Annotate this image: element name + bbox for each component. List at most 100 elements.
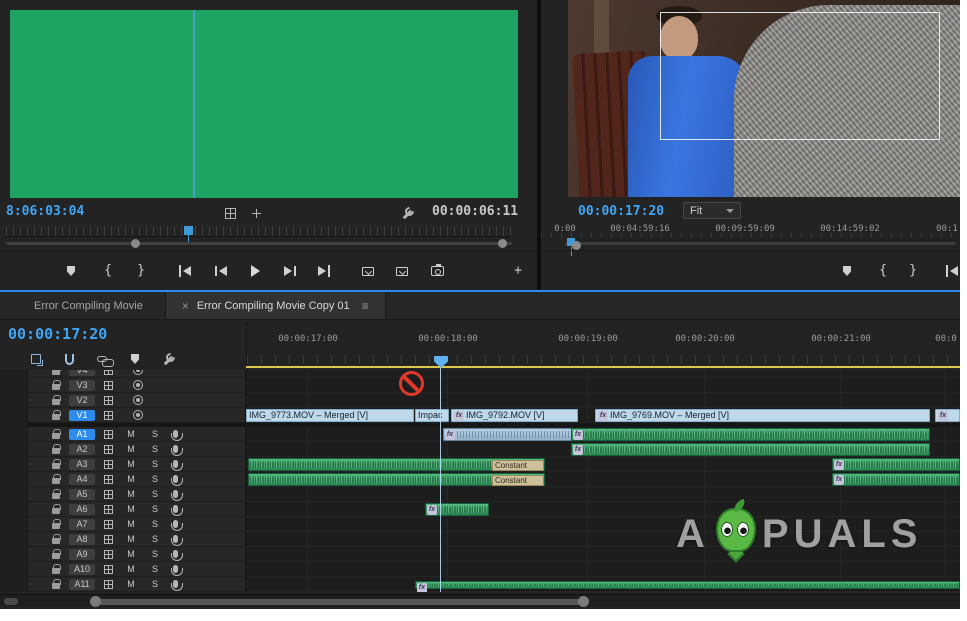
- clip-a2-7[interactable]: fx: [571, 443, 930, 456]
- clip-v1-0[interactable]: IMG_9773.MOV – Merged [V]: [246, 409, 414, 422]
- track-chip-v1[interactable]: V1: [69, 410, 95, 421]
- solo-button[interactable]: S: [149, 474, 161, 484]
- solo-button[interactable]: S: [149, 534, 161, 544]
- track-chip-a10[interactable]: A10: [69, 564, 95, 575]
- mark-out-button[interactable]: }: [904, 262, 922, 280]
- lock-icon[interactable]: [52, 583, 60, 589]
- snap-icon[interactable]: [61, 351, 77, 367]
- solo-button[interactable]: S: [149, 459, 161, 469]
- voiceover-record-icon[interactable]: [173, 580, 178, 588]
- lock-icon[interactable]: [52, 399, 60, 405]
- source-assign-icon[interactable]: [104, 430, 113, 439]
- scrollbar-stub[interactable]: [4, 598, 18, 605]
- lock-icon[interactable]: [52, 523, 60, 529]
- source-assign-icon[interactable]: [104, 535, 113, 544]
- track-chip-a7[interactable]: A7: [69, 519, 95, 530]
- solo-button[interactable]: S: [149, 489, 161, 499]
- program-monitor-view[interactable]: [568, 0, 960, 197]
- program-zoom-handle[interactable]: [572, 241, 581, 250]
- audio-transition[interactable]: Constant: [492, 460, 544, 471]
- voiceover-record-icon[interactable]: [173, 445, 178, 453]
- clip-v1-1[interactable]: Impac: [415, 409, 449, 422]
- mute-button[interactable]: M: [125, 519, 137, 529]
- step-back-button[interactable]: [212, 262, 230, 280]
- lock-icon[interactable]: [52, 508, 60, 514]
- close-tab-icon[interactable]: ×: [182, 299, 189, 313]
- lock-icon[interactable]: [52, 370, 60, 375]
- program-scrubber[interactable]: [541, 238, 960, 250]
- mute-button[interactable]: M: [125, 489, 137, 499]
- settings-wrench-icon[interactable]: [399, 205, 415, 221]
- mute-button[interactable]: M: [125, 474, 137, 484]
- mark-out-button[interactable]: }: [132, 262, 150, 280]
- track-chip-v4[interactable]: V4: [69, 370, 95, 376]
- insert-button[interactable]: [359, 262, 377, 280]
- program-ruler[interactable]: 0:0000:04:59:1600:09:59:0900:14:59:0200:…: [541, 222, 960, 238]
- horizontal-scrollbar[interactable]: [0, 594, 960, 607]
- mark-in-button[interactable]: {: [99, 262, 117, 280]
- tab-error-compiling-movie[interactable]: Error Compiling Movie: [18, 292, 159, 319]
- voiceover-record-icon[interactable]: [173, 460, 178, 468]
- solo-button[interactable]: S: [149, 519, 161, 529]
- play-button[interactable]: [246, 262, 264, 280]
- source-assign-icon[interactable]: [104, 505, 113, 514]
- nest-toggle-icon[interactable]: [28, 351, 44, 367]
- add-marker-icon[interactable]: [127, 351, 143, 367]
- source-scrubber[interactable]: [6, 226, 512, 237]
- step-forward-button[interactable]: [281, 262, 299, 280]
- go-to-out-button[interactable]: [315, 262, 333, 280]
- toggle-track-output-icon[interactable]: [133, 380, 143, 390]
- source-zoom-bar[interactable]: [6, 239, 512, 249]
- mute-button[interactable]: M: [125, 504, 137, 514]
- voiceover-record-icon[interactable]: [173, 535, 178, 543]
- zoom-handle-right[interactable]: [498, 239, 507, 248]
- lock-icon[interactable]: [52, 538, 60, 544]
- clip-a4-11[interactable]: fx: [832, 473, 960, 486]
- source-assign-icon[interactable]: [104, 565, 113, 574]
- clip-a11-13[interactable]: fx: [415, 581, 960, 589]
- track-chip-a9[interactable]: A9: [69, 549, 95, 560]
- lock-icon[interactable]: [52, 414, 60, 420]
- playback-resolution-icon[interactable]: [222, 205, 238, 221]
- source-assign-icon[interactable]: [104, 445, 113, 454]
- timeline-ruler[interactable]: 00:00:17:0000:00:18:0000:00:19:0000:00:2…: [246, 322, 960, 366]
- linked-selection-icon[interactable]: [94, 351, 110, 367]
- voiceover-record-icon[interactable]: [173, 475, 178, 483]
- timeline-settings-icon[interactable]: [160, 351, 176, 367]
- track-lane-a9[interactable]: [246, 547, 960, 562]
- mute-button[interactable]: M: [125, 564, 137, 574]
- toggle-track-output-icon[interactable]: [133, 410, 143, 420]
- clip-a4-10[interactable]: Constant: [248, 473, 545, 486]
- track-chip-a11[interactable]: A11: [69, 579, 95, 590]
- source-assign-icon[interactable]: [104, 396, 113, 405]
- clip-a3-9[interactable]: fx: [832, 458, 960, 471]
- export-frame-button[interactable]: [428, 262, 446, 280]
- solo-button[interactable]: S: [149, 579, 161, 589]
- mute-button[interactable]: M: [125, 429, 137, 439]
- source-assign-icon[interactable]: [104, 520, 113, 529]
- track-lane-a5[interactable]: [246, 487, 960, 502]
- voiceover-record-icon[interactable]: [173, 490, 178, 498]
- track-lane-a10[interactable]: [246, 562, 960, 577]
- voiceover-record-icon[interactable]: [173, 550, 178, 558]
- voiceover-record-icon[interactable]: [173, 565, 178, 573]
- voiceover-record-icon[interactable]: [173, 505, 178, 513]
- button-editor-button[interactable]: +: [509, 262, 527, 280]
- overwrite-button[interactable]: [393, 262, 411, 280]
- clip-v1-2[interactable]: fxIMG_9792.MOV [V]: [451, 409, 578, 422]
- source-assign-icon[interactable]: [104, 460, 113, 469]
- track-chip-v3[interactable]: V3: [69, 380, 95, 391]
- source-assign-icon[interactable]: [104, 550, 113, 559]
- scrollbar-knob-right[interactable]: [578, 596, 589, 607]
- add-marker-button[interactable]: [62, 262, 80, 280]
- source-assign-icon[interactable]: [104, 490, 113, 499]
- track-chip-a8[interactable]: A8: [69, 534, 95, 545]
- track-lane-v2[interactable]: [246, 393, 960, 408]
- track-chip-a6[interactable]: A6: [69, 504, 95, 515]
- go-to-in-button[interactable]: [176, 262, 194, 280]
- clip-a1-6[interactable]: fx: [571, 428, 930, 441]
- solo-button[interactable]: S: [149, 549, 161, 559]
- comparison-view-icon[interactable]: [248, 205, 264, 221]
- scrollbar-handle[interactable]: [96, 599, 584, 605]
- track-lane-a6[interactable]: [246, 502, 960, 517]
